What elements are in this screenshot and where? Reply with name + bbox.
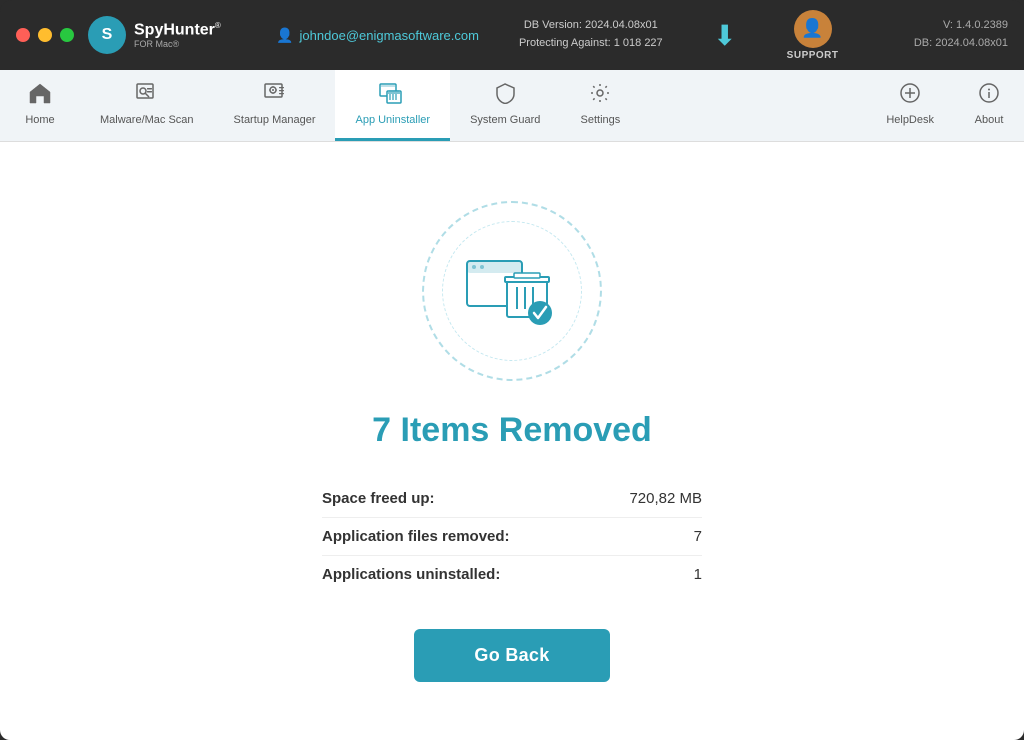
uninstall-svg	[462, 251, 562, 331]
support-label: SUPPORT	[787, 50, 839, 61]
nav-helpdesk-label: HelpDesk	[886, 114, 934, 126]
db-version: DB Version: 2024.04.08x01	[519, 17, 663, 35]
stat-label-files: Application files removed:	[322, 528, 510, 545]
logo-for-mac: FOR Mac®	[134, 39, 221, 49]
titlebar-center: 👤 johndoe@enigmasoftware.com DB Version:…	[221, 10, 894, 61]
logo-name: SpyHunter®	[134, 21, 221, 39]
app-window: S SpyHunter® FOR Mac® 👤 johndoe@enigmaso…	[0, 0, 1024, 740]
result-illustration	[422, 201, 602, 381]
nav-home[interactable]: Home	[0, 70, 80, 141]
db-info: DB Version: 2024.04.08x01 Protecting Aga…	[519, 17, 663, 52]
malware-scan-icon	[135, 82, 159, 110]
nav-spacer	[640, 70, 866, 141]
version-line2: DB: 2024.04.08x01	[914, 35, 1008, 53]
support-avatar: 👤	[794, 10, 832, 48]
minimize-button[interactable]	[38, 28, 52, 42]
nav-system-guard[interactable]: System Guard	[450, 70, 560, 141]
logo-text-block: SpyHunter® FOR Mac®	[134, 21, 221, 49]
stat-row-files: Application files removed: 7	[322, 518, 702, 556]
navbar: Home Malware/Mac Scan	[0, 70, 1024, 142]
nav-startup-label: Startup Manager	[234, 114, 316, 126]
settings-icon	[589, 82, 611, 110]
uninstaller-icon	[379, 82, 407, 110]
user-icon: 👤	[276, 27, 293, 44]
stats-table: Space freed up: 720,82 MB Application fi…	[322, 480, 702, 593]
nav-malware-label: Malware/Mac Scan	[100, 114, 194, 126]
stat-value-space: 720,82 MB	[629, 490, 702, 507]
nav-settings[interactable]: Settings	[560, 70, 640, 141]
system-guard-icon	[494, 82, 516, 110]
nav-system-guard-label: System Guard	[470, 114, 540, 126]
main-content: 7 Items Removed Space freed up: 720,82 M…	[0, 142, 1024, 740]
nav-right: HelpDesk About	[866, 70, 1024, 141]
stat-value-files: 7	[694, 528, 702, 545]
nav-malware-scan[interactable]: Malware/Mac Scan	[80, 70, 214, 141]
nav-app-uninstaller[interactable]: App Uninstaller	[335, 70, 450, 141]
logo: S SpyHunter® FOR Mac®	[88, 16, 221, 54]
result-title: 7 Items Removed	[372, 411, 652, 450]
nav-startup-manager[interactable]: Startup Manager	[214, 70, 336, 141]
nav-uninstaller-label: App Uninstaller	[355, 114, 430, 126]
go-back-button[interactable]: Go Back	[414, 629, 609, 682]
stat-label-apps: Applications uninstalled:	[322, 566, 500, 583]
protecting-against: Protecting Against: 1 018 227	[519, 35, 663, 53]
version-info: V: 1.4.0.2389 DB: 2024.04.08x01	[914, 17, 1008, 52]
version-line1: V: 1.4.0.2389	[914, 17, 1008, 35]
close-button[interactable]	[16, 28, 30, 42]
nav-about[interactable]: About	[954, 70, 1024, 141]
stat-label-space: Space freed up:	[322, 490, 435, 507]
user-section: 👤 johndoe@enigmasoftware.com	[276, 27, 479, 44]
titlebar: S SpyHunter® FOR Mac® 👤 johndoe@enigmaso…	[0, 0, 1024, 70]
stat-row-apps: Applications uninstalled: 1	[322, 556, 702, 593]
startup-icon	[263, 82, 287, 110]
logo-icon: S	[88, 16, 126, 54]
maximize-button[interactable]	[60, 28, 74, 42]
helpdesk-icon	[899, 82, 921, 110]
support-section[interactable]: 👤 SUPPORT	[787, 10, 839, 61]
nav-helpdesk[interactable]: HelpDesk	[866, 70, 954, 141]
stat-row-space: Space freed up: 720,82 MB	[322, 480, 702, 518]
nav-home-label: Home	[25, 114, 54, 126]
about-icon	[978, 82, 1000, 110]
home-icon	[28, 82, 52, 110]
nav-about-label: About	[975, 114, 1004, 126]
download-button[interactable]: ⬇	[703, 13, 747, 57]
nav-settings-label: Settings	[581, 114, 621, 126]
user-email: johndoe@enigmasoftware.com	[300, 28, 479, 43]
circle-inner	[442, 221, 582, 361]
stat-value-apps: 1	[694, 566, 702, 583]
traffic-lights	[16, 28, 74, 42]
